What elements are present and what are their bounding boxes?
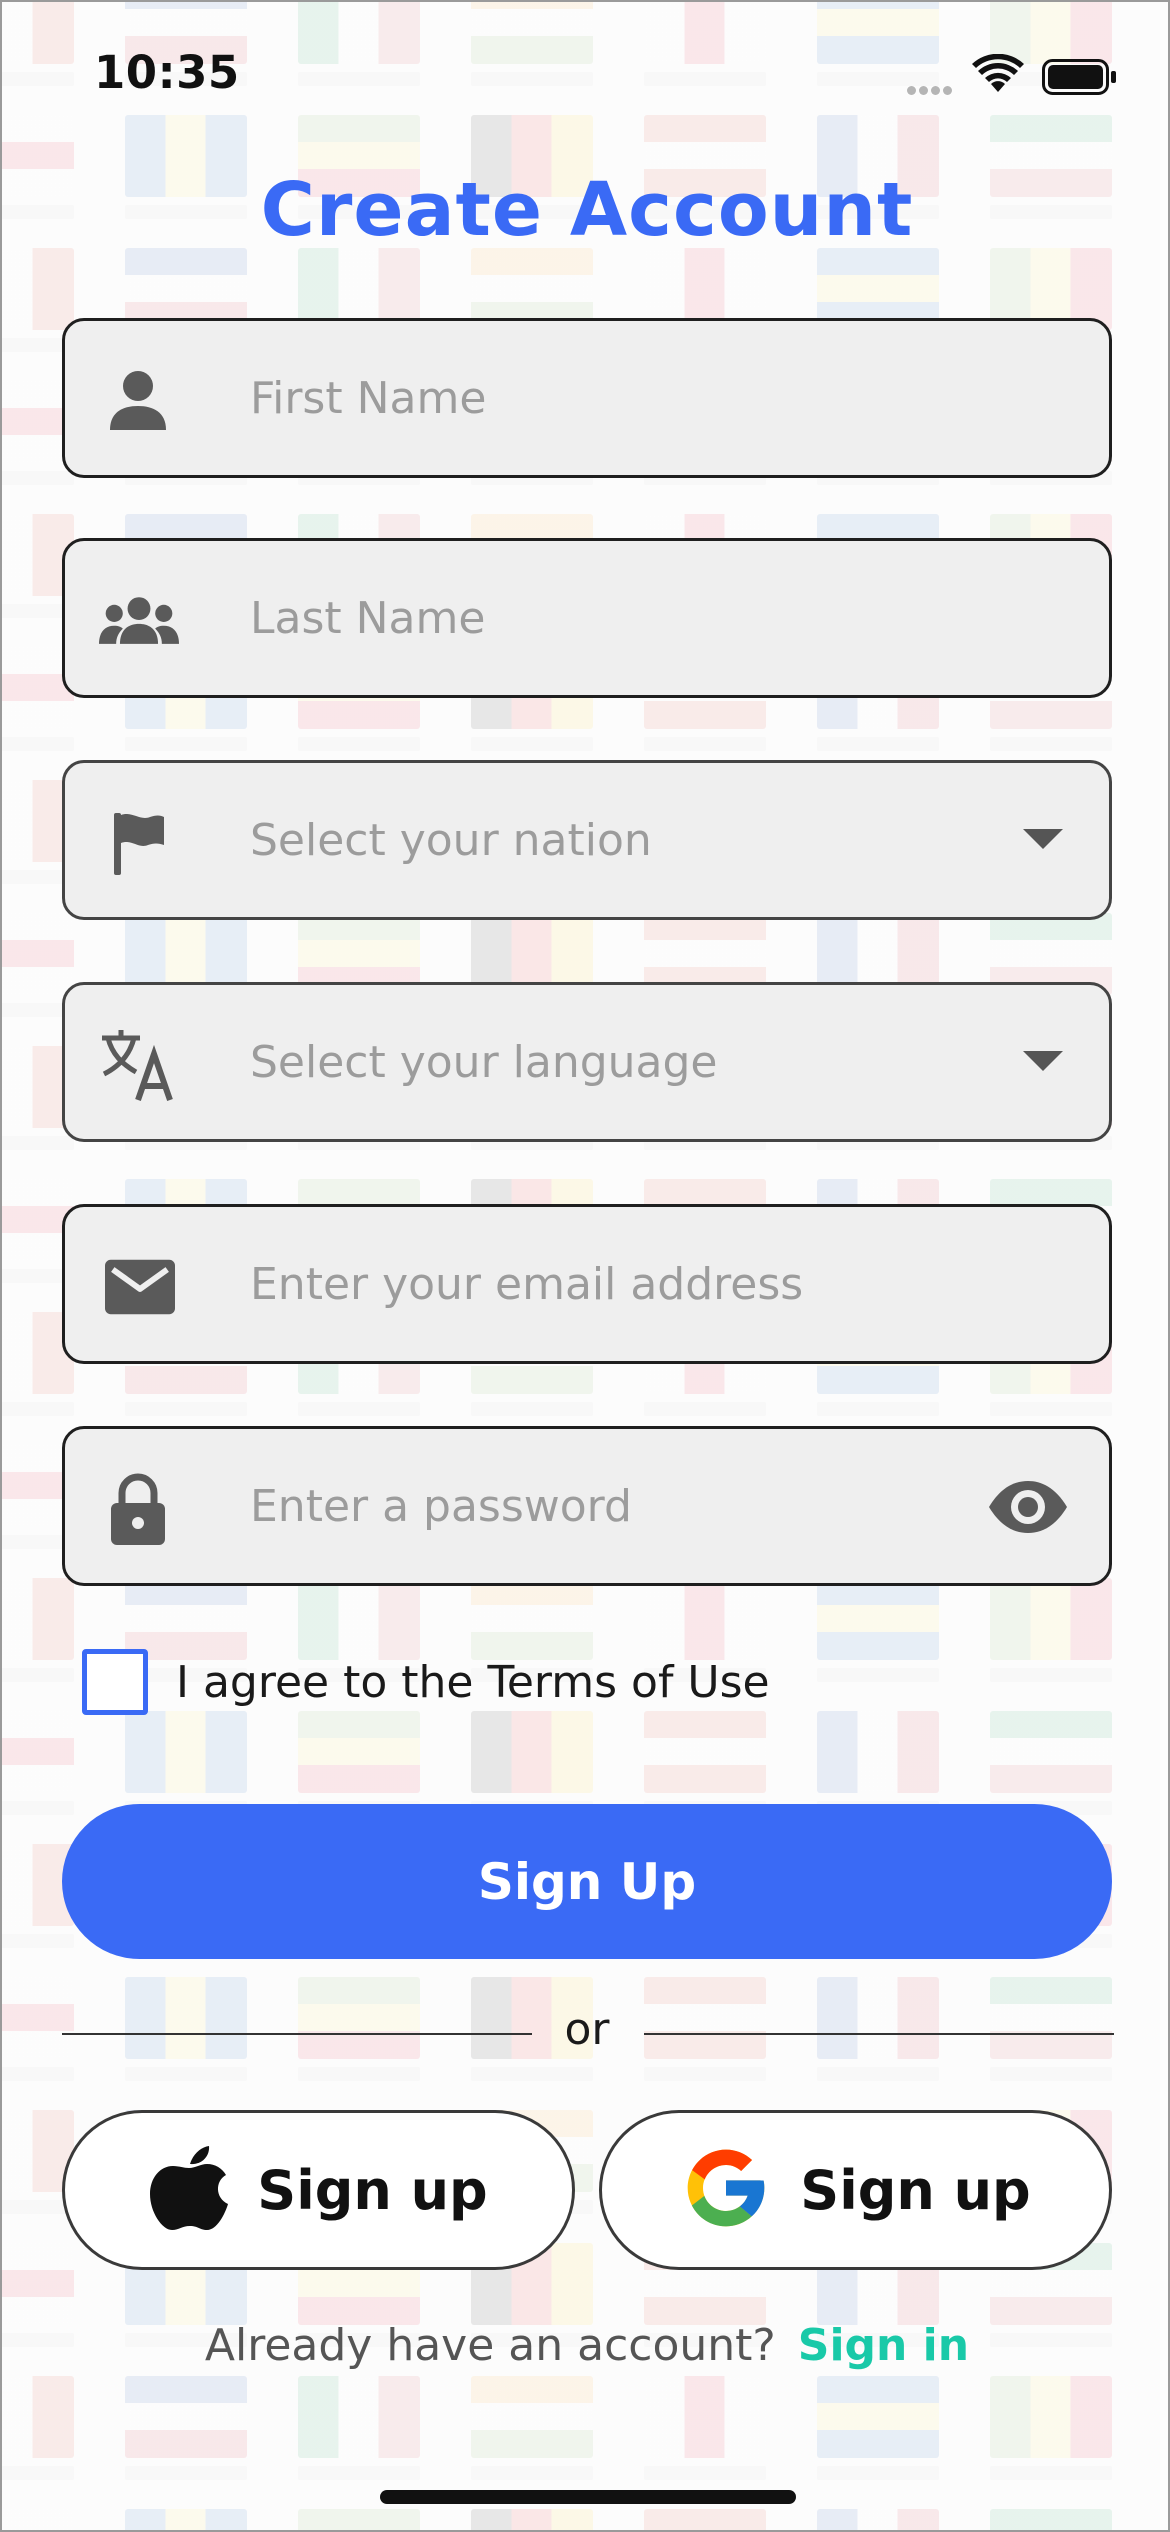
apple-sign-up-button[interactable]: Sign up: [62, 2110, 575, 2270]
last-name-input[interactable]: [250, 541, 1030, 695]
google-icon: [680, 2142, 772, 2238]
language-select[interactable]: [62, 982, 1112, 1142]
email-input[interactable]: [250, 1207, 1030, 1361]
google-sign-up-button[interactable]: Sign up: [599, 2110, 1112, 2270]
first-name-input[interactable]: [250, 321, 1030, 475]
battery-icon: [1042, 59, 1118, 99]
home-indicator[interactable]: [380, 2490, 796, 2504]
wifi-icon: [972, 53, 1024, 98]
translate-icon: [99, 1030, 179, 1101]
cellular-signal-icon: [907, 80, 955, 99]
terms-label: I agree to the Terms of Use: [176, 1656, 770, 1708]
apple-sign-up-label: Sign up: [257, 2158, 488, 2222]
language-select-value[interactable]: [250, 985, 1030, 1139]
app-screen: 10:35 Create Account First Name Last Nam…: [0, 0, 1170, 2532]
terms-checkbox[interactable]: [82, 1649, 148, 1715]
sign-in-link[interactable]: Sign in: [798, 2320, 969, 2371]
password-field[interactable]: [62, 1426, 1112, 1586]
sign-in-prompt-row: Already have an account? Sign in: [2, 2320, 1168, 2371]
divider-right: [644, 2033, 1114, 2035]
password-input[interactable]: [250, 1429, 950, 1583]
sign-in-prompt: Already have an account?: [204, 2320, 776, 2371]
last-name-field[interactable]: [62, 538, 1112, 698]
eye-icon[interactable]: [987, 1479, 1069, 1539]
google-sign-up-label: Sign up: [800, 2158, 1031, 2222]
nation-select[interactable]: [62, 760, 1112, 920]
divider-left: [62, 2033, 532, 2035]
sign-up-button[interactable]: Sign Up: [62, 1804, 1112, 1959]
flag-icon: [103, 808, 173, 878]
chevron-down-icon: [1023, 829, 1063, 849]
person-icon: [103, 366, 173, 436]
group-icon: [99, 586, 179, 656]
nation-select-value[interactable]: [250, 763, 1030, 917]
email-field[interactable]: [62, 1204, 1112, 1364]
lock-icon: [103, 1473, 173, 1545]
status-time: 10:35: [94, 46, 240, 99]
divider-or-text: or: [564, 2004, 610, 2055]
apple-icon: [149, 2142, 229, 2238]
terms-row[interactable]: I agree to the Terms of Use: [82, 1648, 770, 1716]
first-name-field[interactable]: [62, 318, 1112, 478]
mail-icon: [105, 1252, 175, 1322]
chevron-down-icon: [1023, 1051, 1063, 1071]
page-title: Create Account: [260, 167, 914, 253]
